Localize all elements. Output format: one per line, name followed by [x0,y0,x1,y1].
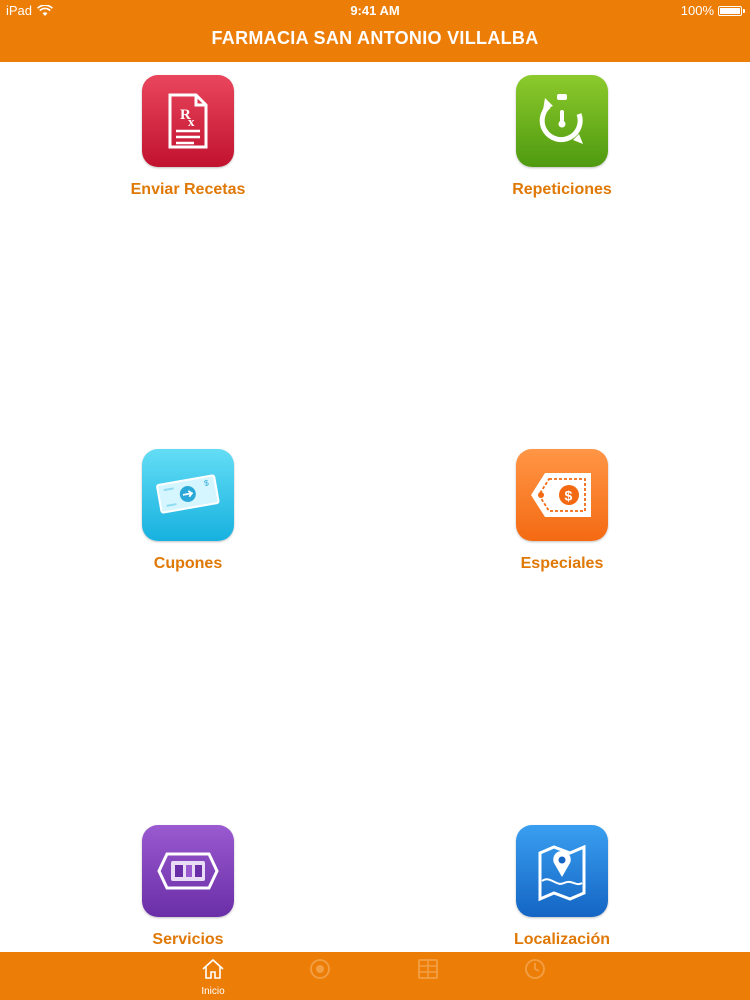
tile-label: Repeticiones [512,181,612,198]
tab-icon-3 [418,959,438,979]
app-header: iPad 9:41 AM 100% FARMACIA SAN ANTONIO V… [0,0,750,62]
price-tag-icon: $ [516,449,608,541]
page-title: FARMACIA SAN ANTONIO VILLALBA [211,28,539,48]
tile-label: Servicios [152,931,224,948]
tile-repeticiones[interactable]: Repeticiones [462,75,662,199]
tile-label: Enviar Recetas [130,181,246,198]
tab-2[interactable] [270,952,370,1000]
coupon-ticket-icon: $ [142,449,234,541]
tile-label: Localización [513,931,611,948]
tile-servicios[interactable]: Servicios [88,825,288,949]
tile-label: Especiales [520,555,604,572]
tab-icon-4 [525,959,545,979]
battery-icon [718,5,745,16]
tab-icon-2 [310,959,330,979]
prescription-icon: R x [142,75,234,167]
tab-label: Inicio [201,986,225,997]
home-icon [202,958,224,979]
tile-especiales[interactable]: $ Especiales [462,449,662,573]
tab-bar: Inicio [0,952,750,1000]
tab-4[interactable] [485,952,585,1000]
medical-kit-icon [142,825,234,917]
svg-text:$: $ [565,488,573,504]
svg-text:x: x [188,114,195,129]
map-pin-icon [516,825,608,917]
battery-percent: 100% [680,3,714,18]
refill-timer-icon [516,75,608,167]
tile-label: Cupones [153,555,223,572]
status-bar: iPad 9:41 AM 100% [0,0,750,22]
tile-cupones[interactable]: $ Cupones [88,449,288,573]
tab-inicio[interactable]: Inicio [163,952,263,1000]
tile-localizacion[interactable]: Localización [462,825,662,949]
tile-enviar-recetas[interactable]: R x Enviar Recetas [88,75,288,199]
tab-3[interactable] [378,952,478,1000]
status-time: 9:41 AM [350,3,400,18]
